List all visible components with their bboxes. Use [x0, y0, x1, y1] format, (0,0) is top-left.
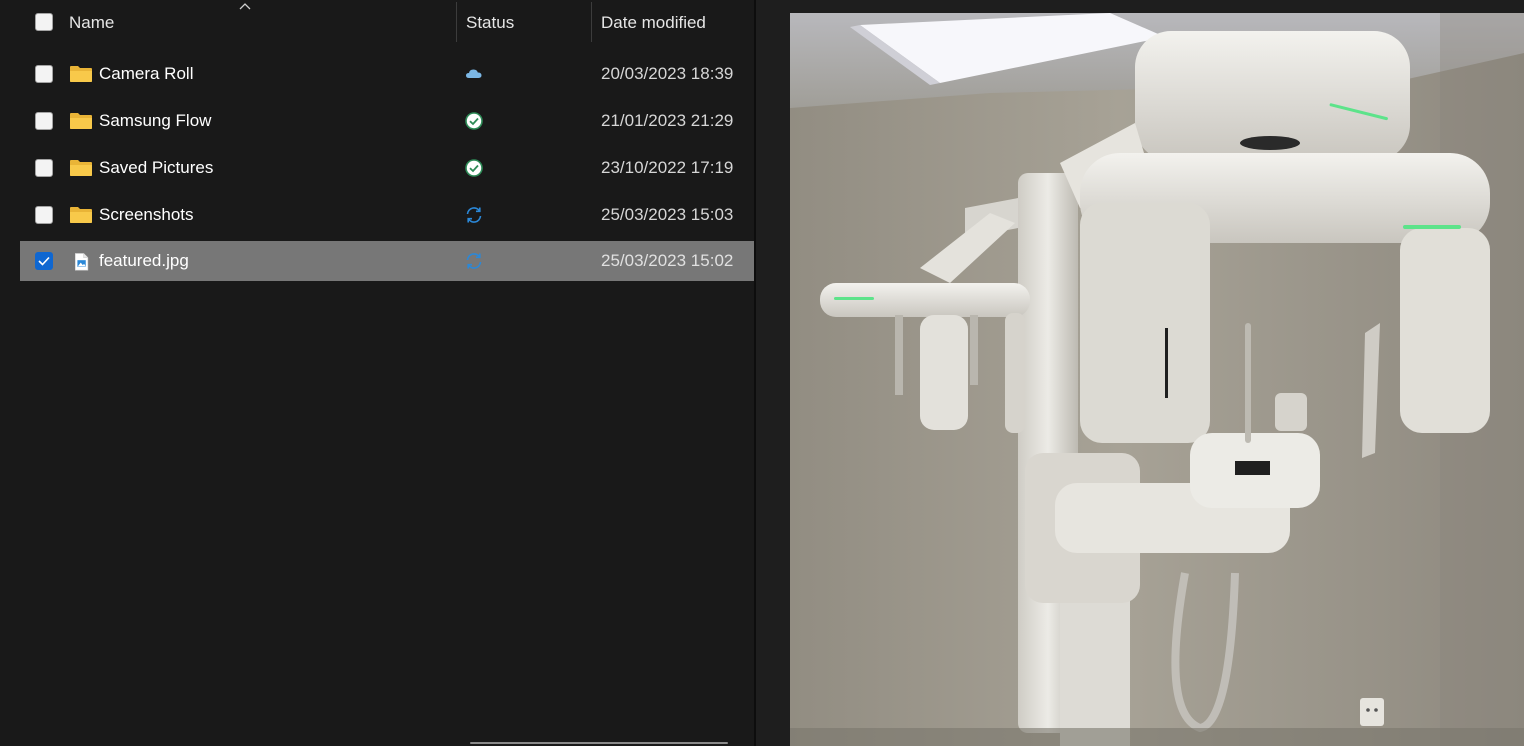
file-row-featured-jpg[interactable]: featured.jpg 25/03/2023 15:02	[20, 241, 754, 281]
sort-ascending-icon	[239, 3, 251, 10]
xray-machine-photo	[790, 13, 1524, 746]
row-checkbox[interactable]	[35, 65, 53, 83]
date-modified: 20/03/2023 18:39	[601, 64, 734, 83]
folder-icon	[70, 160, 92, 176]
row-checkbox-checked[interactable]	[35, 252, 53, 270]
column-header-date-modified[interactable]: Date modified	[601, 13, 706, 33]
column-divider[interactable]	[456, 2, 457, 42]
preview-pane	[756, 0, 1524, 746]
date-modified: 25/03/2023 15:03	[601, 205, 734, 224]
horizontal-scrollbar[interactable]	[470, 742, 728, 744]
select-all-checkbox[interactable]	[35, 13, 53, 31]
cloud-icon	[466, 69, 482, 78]
sync-icon	[466, 253, 482, 269]
column-divider[interactable]	[591, 2, 592, 42]
file-row-screenshots[interactable]: Screenshots 25/03/2023 15:03	[20, 195, 754, 235]
file-row-camera-roll[interactable]: Camera Roll 20/03/2023 18:39	[20, 54, 754, 94]
image-file-icon	[75, 253, 89, 271]
file-name: Samsung Flow	[99, 111, 212, 130]
file-name: featured.jpg	[99, 251, 189, 270]
sync-icon	[466, 207, 482, 223]
file-name: Screenshots	[99, 205, 194, 224]
file-name: Saved Pictures	[99, 158, 214, 177]
column-header-name[interactable]: Name	[69, 13, 114, 33]
folder-icon	[70, 66, 92, 82]
folder-icon	[70, 113, 92, 129]
file-row-samsung-flow[interactable]: Samsung Flow 21/01/2023 21:29	[20, 101, 754, 141]
date-modified: 25/03/2023 15:02	[601, 251, 734, 270]
file-explorer-window: Name Status Date modified Camera Roll 20…	[0, 0, 1524, 746]
row-checkbox[interactable]	[35, 159, 53, 177]
row-checkbox[interactable]	[35, 206, 53, 224]
file-name: Camera Roll	[99, 64, 194, 83]
checkmark-icon	[38, 256, 50, 266]
column-header-row: Name Status Date modified	[0, 0, 754, 46]
column-header-status[interactable]: Status	[466, 13, 514, 33]
available-check-icon	[465, 159, 483, 177]
folder-icon	[70, 207, 92, 223]
row-checkbox[interactable]	[35, 112, 53, 130]
available-check-icon	[465, 112, 483, 130]
date-modified: 21/01/2023 21:29	[601, 111, 734, 130]
date-modified: 23/10/2022 17:19	[601, 158, 734, 177]
file-list-pane: Name Status Date modified Camera Roll 20…	[0, 0, 754, 746]
image-preview	[790, 13, 1524, 746]
file-row-saved-pictures[interactable]: Saved Pictures 23/10/2022 17:19	[20, 148, 754, 188]
